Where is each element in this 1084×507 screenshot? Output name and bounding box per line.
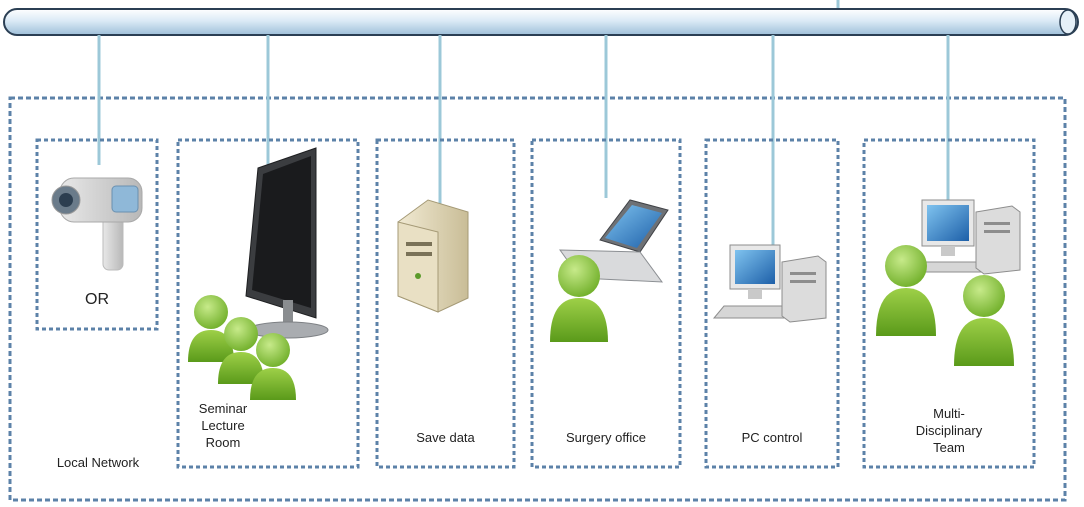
node-label-line: Room — [205, 435, 241, 450]
node-label-pc-control: PC control — [741, 430, 803, 445]
drop-lines — [97, 35, 950, 258]
person-icon — [954, 275, 1014, 366]
node-label-mdt: Multi- Disciplinary Team — [864, 405, 1034, 456]
node-label-line: Seminar — [198, 401, 248, 416]
ceiling-camera-icon — [51, 177, 143, 271]
server-tower-icon — [397, 199, 469, 313]
node-label-line: Lecture — [201, 418, 245, 433]
node-label-seminar: Seminar Lecture Room — [178, 400, 268, 451]
node-label-line: Team — [933, 440, 965, 455]
node-label-line: Multi- — [933, 406, 965, 421]
desktop-computer-icon — [712, 244, 827, 323]
node-label-line: Disciplinary — [915, 423, 983, 438]
person-icon — [876, 245, 936, 336]
monitor-icon — [245, 147, 329, 339]
node-label-save-data: Save data — [416, 430, 475, 445]
local-network-label: Local Network — [56, 455, 140, 470]
node-label-surgery-office: Surgery office — [566, 430, 646, 445]
node-label-or: OR — [85, 291, 109, 308]
